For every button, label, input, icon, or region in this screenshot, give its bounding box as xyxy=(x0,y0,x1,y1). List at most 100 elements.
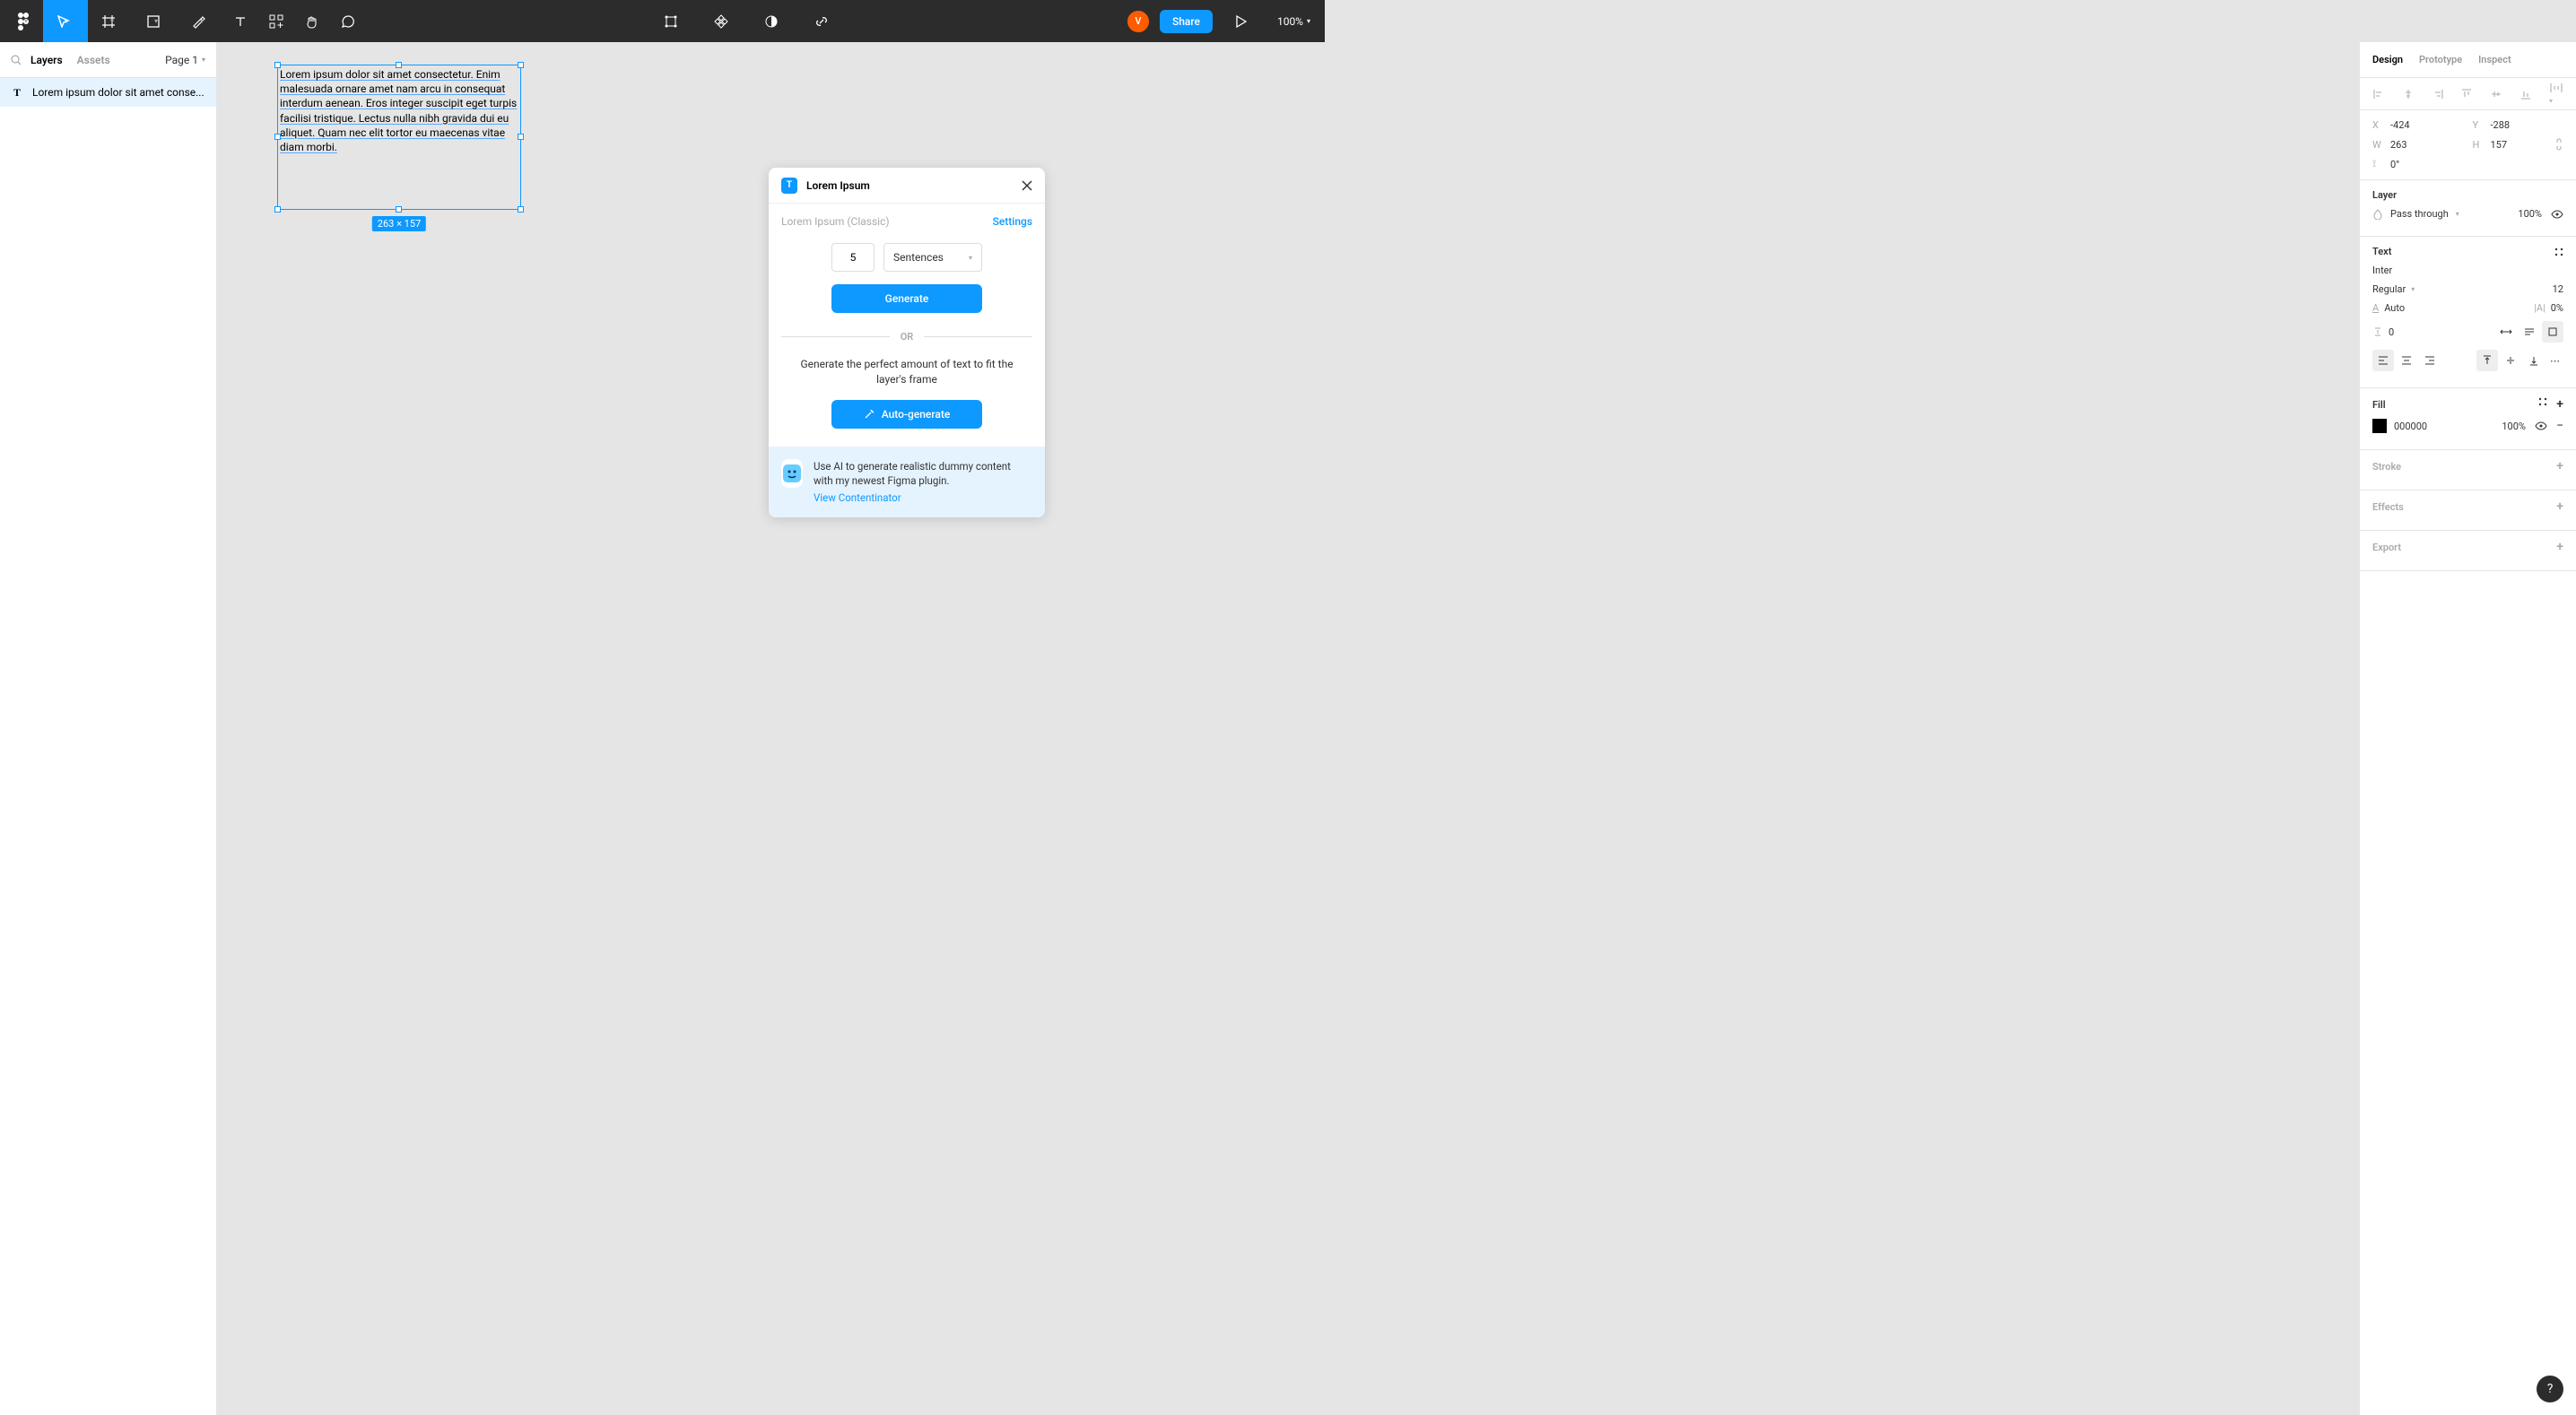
line-height[interactable]: Auto xyxy=(2384,302,2405,314)
stroke-title: Stroke xyxy=(2372,461,2401,473)
mask-icon[interactable] xyxy=(753,0,789,42)
more-text-options-icon[interactable]: ⋯ xyxy=(2546,355,2563,367)
resize-handle-ne[interactable] xyxy=(518,62,524,68)
y-value[interactable]: -288 xyxy=(2491,119,2511,131)
text-align-center-icon[interactable] xyxy=(2396,350,2417,371)
zoom-dropdown[interactable]: 100% ▾ xyxy=(1270,15,1318,28)
hand-tool[interactable] xyxy=(294,0,330,42)
plugin-popup: T Lorem Ipsum Lorem Ipsum (Classic) Sett… xyxy=(769,168,1045,517)
resources-tool[interactable] xyxy=(258,0,294,42)
share-button[interactable]: Share xyxy=(1160,10,1213,33)
add-fill-icon[interactable]: + xyxy=(2556,397,2563,412)
paragraph-spacing-icon xyxy=(2372,326,2383,337)
wand-icon xyxy=(864,409,875,420)
unit-select[interactable]: Sentences ▾ xyxy=(883,243,982,272)
rotation-value[interactable]: 0° xyxy=(2390,159,2399,170)
align-left-icon[interactable] xyxy=(2372,88,2385,100)
auto-width-icon[interactable] xyxy=(2495,321,2517,343)
page-dropdown[interactable]: Page 1 ▾ xyxy=(165,54,205,66)
auto-generate-button[interactable]: Auto-generate xyxy=(831,400,982,429)
letter-spacing[interactable]: 0% xyxy=(2551,302,2563,314)
text-valign-bottom-icon[interactable] xyxy=(2523,350,2545,371)
add-stroke-icon[interactable]: + xyxy=(2556,459,2563,473)
inspect-tab[interactable]: Inspect xyxy=(2478,54,2511,65)
count-input[interactable] xyxy=(831,243,875,272)
layers-tab[interactable]: Layers xyxy=(30,54,63,66)
distribute-icon[interactable]: ▾ xyxy=(2549,82,2563,106)
pen-tool[interactable]: ▾ xyxy=(178,0,222,42)
resize-handle-sw[interactable] xyxy=(274,206,281,213)
fill-swatch[interactable] xyxy=(2372,419,2387,433)
add-effect-icon[interactable]: + xyxy=(2556,499,2563,514)
or-label: OR xyxy=(901,331,914,343)
h-value[interactable]: 157 xyxy=(2491,139,2508,151)
text-valign-top-icon[interactable] xyxy=(2476,350,2498,371)
shape-tool[interactable]: ▾ xyxy=(133,0,178,42)
text-tool[interactable] xyxy=(222,0,258,42)
canvas[interactable]: Lorem ipsum dolor sit amet consectetur. … xyxy=(217,42,2359,1415)
eye-icon[interactable] xyxy=(2535,421,2547,430)
align-right-icon[interactable] xyxy=(2432,88,2444,100)
w-value[interactable]: 263 xyxy=(2390,139,2407,151)
fill-opacity[interactable]: 100% xyxy=(2502,421,2526,432)
constrain-icon[interactable] xyxy=(2554,138,2563,151)
selection-box[interactable]: Lorem ipsum dolor sit amet consectetur. … xyxy=(277,65,521,210)
auto-height-icon[interactable] xyxy=(2519,321,2540,343)
text-valign-middle-icon[interactable] xyxy=(2500,350,2521,371)
text-align-right-icon[interactable] xyxy=(2419,350,2441,371)
eye-icon[interactable] xyxy=(2551,210,2563,219)
text-title: Text xyxy=(2372,246,2391,257)
paragraph-spacing[interactable]: 0 xyxy=(2389,326,2394,338)
text-layer-content[interactable]: Lorem ipsum dolor sit amet consectetur. … xyxy=(280,67,518,154)
design-tab[interactable]: Design xyxy=(2372,54,2403,65)
resize-handle-nw[interactable] xyxy=(274,62,281,68)
comment-tool[interactable] xyxy=(330,0,366,42)
component-icon[interactable] xyxy=(703,0,739,42)
user-avatar[interactable]: V xyxy=(1127,11,1149,32)
settings-link[interactable]: Settings xyxy=(993,215,1032,228)
export-title: Export xyxy=(2372,542,2401,553)
align-top-icon[interactable] xyxy=(2460,88,2473,100)
layer-opacity[interactable]: 100% xyxy=(2518,208,2542,220)
fill-hex[interactable]: 000000 xyxy=(2394,421,2427,432)
text-layer-icon: T xyxy=(11,86,23,100)
text-align-left-icon[interactable] xyxy=(2372,350,2394,371)
resize-handle-n[interactable] xyxy=(396,62,402,68)
dimensions-badge: 263 × 157 xyxy=(372,216,426,231)
align-vcenter-icon[interactable] xyxy=(2490,88,2502,100)
remove-fill-icon[interactable]: − xyxy=(2556,419,2563,433)
frame-tool[interactable]: ▾ xyxy=(88,0,133,42)
font-weight[interactable]: Regular xyxy=(2372,283,2406,295)
link-icon[interactable] xyxy=(804,0,840,42)
align-bottom-icon[interactable] xyxy=(2519,88,2532,100)
present-button[interactable] xyxy=(1223,0,1259,42)
resize-handle-s[interactable] xyxy=(396,206,402,213)
blend-icon xyxy=(2372,209,2383,220)
generate-button[interactable]: Generate xyxy=(831,284,982,313)
add-export-icon[interactable]: + xyxy=(2556,540,2563,554)
help-button[interactable]: ? xyxy=(2537,1376,2563,1402)
figma-menu[interactable]: ▾ xyxy=(7,0,43,42)
search-icon[interactable] xyxy=(11,55,22,65)
prototype-tab[interactable]: Prototype xyxy=(2419,54,2462,65)
layer-row[interactable]: T Lorem ipsum dolor sit amet conse... xyxy=(0,78,216,107)
font-size[interactable]: 12 xyxy=(2553,283,2563,295)
resize-handle-e[interactable] xyxy=(518,134,524,140)
move-tool[interactable]: ▾ xyxy=(43,0,88,42)
effects-title: Effects xyxy=(2372,501,2404,513)
fixed-size-icon[interactable] xyxy=(2542,321,2563,343)
assets-tab[interactable]: Assets xyxy=(77,54,110,66)
contentinator-link[interactable]: View Contentinator xyxy=(814,491,901,504)
edit-object-icon[interactable] xyxy=(653,0,689,42)
text-styles-icon[interactable] xyxy=(2554,247,2563,256)
font-family[interactable]: Inter xyxy=(2372,265,2392,276)
layer-name: Lorem ipsum dolor sit amet conse... xyxy=(32,86,205,99)
close-button[interactable] xyxy=(1022,180,1032,191)
resize-handle-se[interactable] xyxy=(518,206,524,213)
resize-handle-w[interactable] xyxy=(274,134,281,140)
zoom-value: 100% xyxy=(1277,15,1303,28)
fill-styles-icon[interactable] xyxy=(2538,397,2547,412)
x-value[interactable]: -424 xyxy=(2390,119,2410,131)
blend-mode[interactable]: Pass through xyxy=(2390,208,2449,220)
align-hcenter-icon[interactable] xyxy=(2402,88,2415,100)
